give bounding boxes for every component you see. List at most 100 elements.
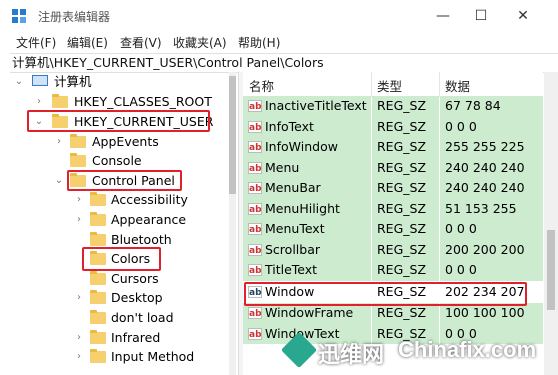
value-name: WindowFrame: [265, 305, 354, 320]
row-name-bg: [243, 157, 371, 178]
tree-node-label: Console: [92, 153, 142, 168]
tree-node-label: don't load: [111, 310, 174, 325]
tree-node-label: Input Method: [111, 349, 195, 364]
value-data: 0 0 0: [445, 262, 477, 277]
highlight-control-panel: [67, 170, 182, 191]
value-data: 200 200 200: [445, 241, 525, 257]
value-row[interactable]: ab WindowFrame REG_SZ 100 100 100: [243, 303, 543, 324]
value-name: MenuHilight: [265, 200, 340, 216]
string-value-icon: ab: [248, 327, 262, 340]
chevron-right-icon[interactable]: ›: [74, 328, 84, 347]
list-scrollbar-thumb[interactable]: [547, 230, 555, 310]
watermark-emblem-icon: [280, 331, 318, 369]
close-button[interactable]: ✕: [508, 6, 538, 26]
chevron-down-icon[interactable]: ⌄: [54, 171, 64, 190]
folder-icon: [70, 153, 86, 167]
value-name: Menu: [265, 159, 300, 175]
string-value-icon: ab: [248, 100, 262, 112]
folder-icon: [90, 330, 106, 344]
window-title: 注册表编辑器: [38, 10, 111, 24]
column-header-type[interactable]: 类型: [377, 76, 402, 95]
value-name: Scrollbar: [265, 241, 320, 257]
highlight-hkey-current-user: [27, 110, 210, 132]
menu-view[interactable]: 查看(V): [120, 34, 162, 51]
value-row[interactable]: ab InfoText REG_SZ 0 0 0: [243, 116, 543, 137]
value-type: REG_SZ: [377, 200, 427, 216]
tree-node-label: 计算机: [54, 74, 92, 89]
column-header-name[interactable]: 名称: [249, 76, 274, 95]
folder-icon: [90, 232, 106, 246]
tree-node-label: Cursors: [111, 271, 159, 286]
highlight-window-row: [244, 282, 527, 306]
value-name: InactiveTitleText: [265, 98, 367, 113]
value-data: 67 78 84: [445, 98, 501, 113]
value-type: REG_SZ: [377, 159, 427, 175]
value-data: 0 0 0: [445, 118, 477, 134]
value-row[interactable]: ab MenuText REG_SZ 0 0 0: [243, 219, 543, 240]
menu-file[interactable]: 文件(F): [16, 34, 56, 51]
chevron-down-icon[interactable]: ⌄: [14, 72, 24, 91]
tree-node-label: HKEY_CLASSES_ROOT: [74, 94, 212, 109]
string-value-icon: ab: [248, 243, 262, 256]
value-row[interactable]: ab Menu REG_SZ 240 240 240: [243, 157, 543, 178]
chevron-right-icon[interactable]: ›: [74, 288, 84, 307]
value-type: REG_SZ: [377, 139, 427, 154]
tree-node-label: Appearance: [111, 212, 187, 227]
value-data: 240 240 240: [445, 180, 525, 195]
tree-node-label: AppEvents: [92, 134, 159, 149]
chevron-right-icon[interactable]: ›: [74, 190, 84, 209]
value-type: REG_SZ: [377, 221, 427, 236]
folder-icon: [70, 134, 86, 148]
menu-bar: 文件(F) 编辑(E) 查看(V) 收藏夹(A) 帮助(H): [0, 32, 558, 52]
value-data: 0 0 0: [445, 221, 477, 236]
value-name: InfoWindow: [265, 139, 338, 154]
string-value-icon: ab: [248, 182, 262, 194]
value-data: 51 153 255: [445, 200, 517, 216]
value-type: REG_SZ: [377, 180, 427, 195]
chevron-right-icon[interactable]: ›: [74, 210, 84, 229]
minimize-button[interactable]: —: [428, 6, 458, 26]
computer-icon: [32, 75, 48, 86]
highlight-colors: [82, 247, 161, 271]
value-type: REG_SZ: [377, 118, 427, 134]
tree-scrollbar-thumb[interactable]: [229, 76, 236, 194]
string-value-icon: ab: [248, 202, 262, 215]
watermark-en-text: Chinafix.com: [398, 337, 537, 362]
column-divider[interactable]: [439, 72, 440, 96]
chevron-right-icon[interactable]: ›: [34, 92, 44, 111]
folder-icon: [90, 310, 106, 324]
value-data: 255 255 225: [445, 139, 525, 154]
folder-icon: [90, 192, 106, 206]
address-bar[interactable]: 计算机\HKEY_CURRENT_USER\Control Panel\Colo…: [10, 53, 558, 73]
string-value-icon: ab: [248, 264, 262, 276]
menu-favorites[interactable]: 收藏夹(A): [173, 34, 227, 51]
tree-node-label: Desktop: [111, 290, 163, 305]
folder-icon: [90, 271, 106, 285]
value-type: REG_SZ: [377, 305, 427, 320]
tree-node-label: Accessibility: [111, 192, 188, 207]
value-row[interactable]: ab InfoWindow REG_SZ 255 255 225: [243, 137, 543, 158]
chevron-right-icon[interactable]: ›: [74, 347, 84, 366]
watermark-logo: 迅维网 Chinafix.com: [280, 329, 558, 375]
value-row[interactable]: ab Scrollbar REG_SZ 200 200 200: [243, 239, 543, 260]
menu-edit[interactable]: 编辑(E): [67, 34, 108, 51]
folder-icon: [90, 212, 106, 226]
value-data: 240 240 240: [445, 159, 525, 175]
value-type: REG_SZ: [377, 262, 427, 277]
chevron-right-icon[interactable]: ›: [54, 132, 64, 151]
folder-icon: [90, 290, 106, 304]
tree-node-label: Infrared: [111, 330, 161, 345]
value-row[interactable]: ab InactiveTitleText REG_SZ 67 78 84: [243, 96, 543, 117]
value-row[interactable]: ab MenuBar REG_SZ 240 240 240: [243, 178, 543, 199]
column-header-data[interactable]: 数据: [445, 76, 470, 95]
column-divider[interactable]: [371, 72, 372, 96]
menu-help[interactable]: 帮助(H): [238, 34, 280, 51]
maximize-button[interactable]: ☐: [466, 6, 496, 26]
folder-icon: [90, 349, 106, 363]
value-row[interactable]: ab MenuHilight REG_SZ 51 153 255: [243, 198, 543, 219]
value-row[interactable]: ab TitleText REG_SZ 0 0 0: [243, 260, 543, 281]
watermark-cn-text: 迅维网: [318, 343, 385, 368]
string-value-icon: ab: [248, 120, 262, 133]
title-bar: 注册表编辑器 — ☐ ✕: [0, 0, 558, 32]
string-value-icon: ab: [248, 141, 262, 153]
